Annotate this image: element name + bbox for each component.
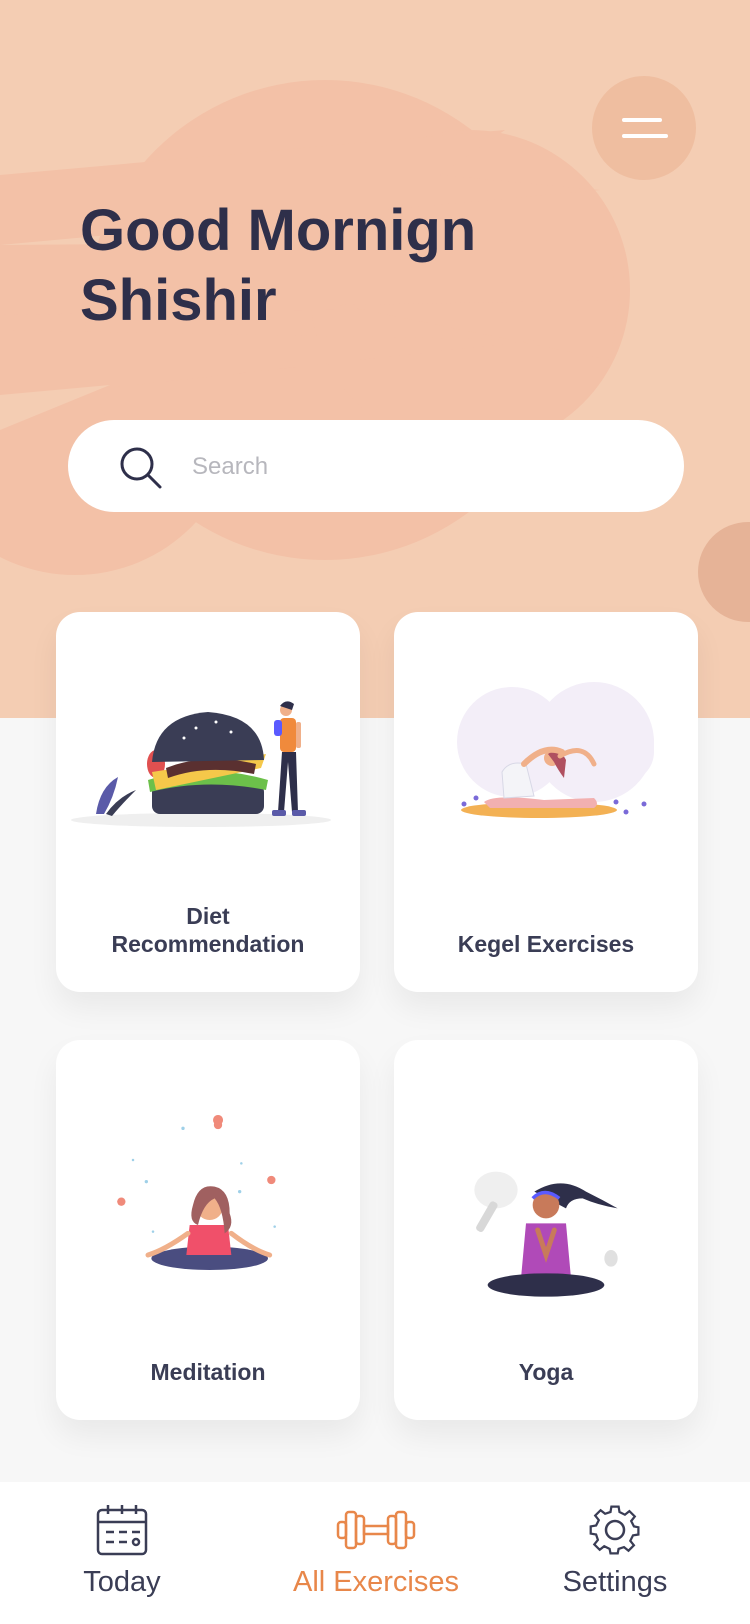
nav-label: Settings <box>562 1566 668 1598</box>
menu-button[interactable] <box>592 76 696 180</box>
bottom-navigation: Today All Exercises Settings <box>0 1482 750 1624</box>
card-diet-recommendation[interactable]: Diet Recommendation <box>56 612 360 992</box>
greeting-line-2: Shishir <box>80 268 277 333</box>
card-label: Yoga <box>518 1359 574 1385</box>
card-kegel-exercises[interactable]: Kegel Exercises <box>394 612 698 992</box>
search-input[interactable] <box>190 440 634 494</box>
card-meditation[interactable]: Meditation <box>56 1040 360 1420</box>
card-label: Kegel Exercises <box>457 931 635 957</box>
nav-today[interactable]: Today <box>12 1502 232 1612</box>
calendar-icon <box>96 1505 148 1556</box>
card-label: Diet Recommendation <box>72 902 344 958</box>
search-bar[interactable] <box>68 420 684 512</box>
menu-icon-line <box>622 134 668 138</box>
nav-settings[interactable]: Settings <box>505 1502 725 1612</box>
hero-header: Good Mornign Shishir <box>0 0 750 718</box>
meditation-illustration <box>117 1115 276 1270</box>
nav-label: Today <box>83 1566 161 1598</box>
card-label: Meditation <box>150 1359 266 1385</box>
card-label-line-1: Diet <box>186 903 230 929</box>
card-label-line-2: Recommendation <box>111 931 305 957</box>
gear-icon <box>589 1505 640 1555</box>
greeting-line-1: Good Mornign <box>80 198 477 263</box>
search-icon <box>120 447 162 489</box>
card-yoga[interactable]: Yoga <box>394 1040 698 1420</box>
stretching-illustration <box>457 682 654 818</box>
menu-icon <box>622 118 662 122</box>
greeting-title: Good Mornign Shishir <box>80 196 640 336</box>
dumbbell-icon <box>336 1510 416 1550</box>
nav-all-exercises[interactable]: All Exercises <box>266 1502 486 1612</box>
yoga-illustration <box>474 1171 618 1297</box>
burger-illustration <box>71 701 331 827</box>
nav-label: All Exercises <box>293 1566 459 1598</box>
